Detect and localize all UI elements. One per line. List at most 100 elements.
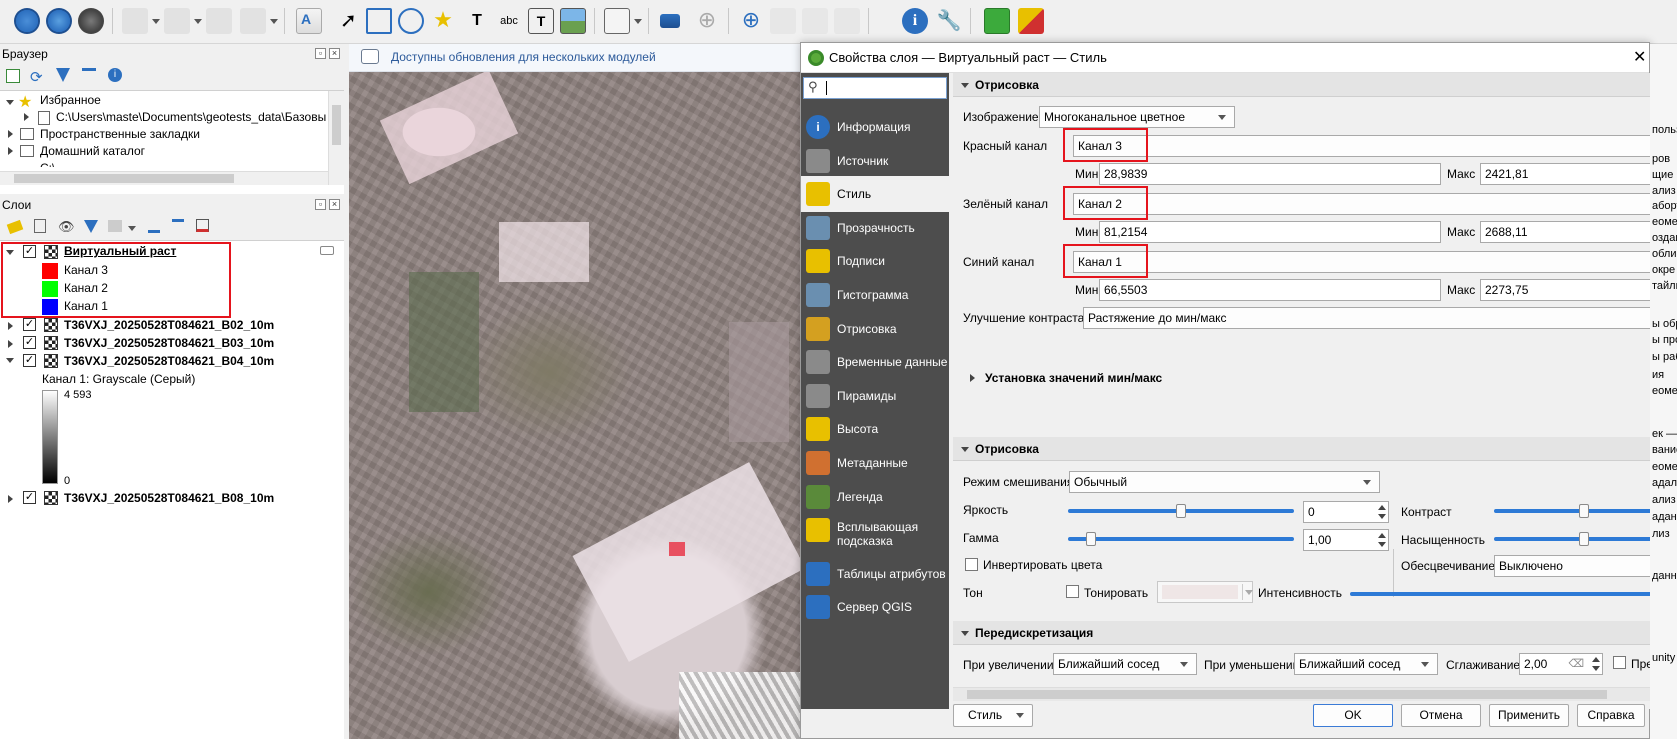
blue-min-input[interactable]: 66,5503 [1099, 279, 1441, 301]
colorize-color-button[interactable] [1157, 581, 1253, 603]
info-icon[interactable]: i [902, 8, 928, 34]
layer-name[interactable]: T36VXJ_20250528T084621_B08_10m [64, 489, 274, 507]
image-tool-icon[interactable] [560, 8, 586, 34]
slider-handle[interactable] [1579, 532, 1589, 546]
zoom-out-combo[interactable]: Ближайший сосед [1294, 653, 1438, 675]
properties-icon[interactable]: i [108, 68, 122, 82]
remove-layer-icon[interactable] [196, 219, 209, 232]
label-text-icon[interactable]: A [296, 8, 322, 34]
wrench-icon[interactable]: 🔧 [936, 8, 962, 34]
expression-filter-icon[interactable] [108, 220, 122, 232]
browser-item-path[interactable]: C:\Users\maste\Documents\geotests_data\Б… [56, 108, 326, 126]
gamma-slider[interactable] [1068, 532, 1294, 546]
browser-item-c[interactable]: C:\ [40, 159, 55, 167]
horizontal-scrollbar[interactable] [0, 171, 328, 185]
nav-item-14[interactable]: Сервер QGIS [801, 589, 949, 625]
nav-item-5[interactable]: Гистограмма [801, 277, 949, 313]
layer-visibility-checkbox[interactable]: ✓ [23, 318, 36, 331]
render-type-combo[interactable]: Многоканальное цветное [1039, 106, 1235, 128]
edit-pencil-icon[interactable] [122, 8, 148, 34]
smoothing-spinbox[interactable]: 2,00 ⌫ [1519, 653, 1603, 675]
layer-name[interactable]: T36VXJ_20250528T084621_B04_10m [64, 352, 274, 370]
nav-item-6[interactable]: Отрисовка [801, 311, 949, 347]
float-panel-button[interactable]: ▫ [315, 48, 326, 59]
red-max-input[interactable]: 2421,81 [1480, 163, 1651, 185]
slider-handle[interactable] [1176, 504, 1186, 518]
close-panel-button[interactable]: × [329, 48, 340, 59]
zoom-in-combo[interactable]: Ближайший сосед [1053, 653, 1197, 675]
minmax-section-toggle[interactable]: Установка значений мин/макс [985, 369, 1162, 387]
saturation-slider[interactable] [1494, 532, 1651, 546]
layer-name[interactable]: T36VXJ_20250528T084621_B02_10m [64, 316, 274, 334]
invert-colors-checkbox[interactable] [965, 558, 978, 571]
browser-item-bookmarks[interactable]: Пространственные закладки [40, 125, 200, 143]
green-min-input[interactable]: 81,2154 [1099, 221, 1441, 243]
style-menu-button[interactable]: Стиль [953, 704, 1033, 727]
abc-tool-icon[interactable]: abc [496, 8, 522, 34]
contrast-slider[interactable] [1494, 504, 1651, 518]
contrast-enhancement-combo[interactable]: Растяжение до мин/макс [1083, 307, 1651, 329]
nav-item-1[interactable]: Источник [801, 143, 949, 179]
apply-button[interactable]: Применить [1489, 704, 1569, 727]
brightness-slider[interactable] [1068, 504, 1294, 518]
refresh-icon[interactable]: ⟳ [30, 68, 43, 86]
magnifier-icon[interactable] [78, 8, 104, 34]
float-panel-button[interactable]: ▫ [315, 199, 326, 210]
visibility-eye-icon[interactable]: 👁 [58, 219, 75, 235]
map-tip-icon[interactable] [660, 14, 680, 28]
blue-max-input[interactable]: 2273,75 [1480, 279, 1651, 301]
layer-visibility-checkbox[interactable]: ✓ [23, 491, 36, 504]
plugin-icon[interactable] [1018, 8, 1044, 34]
annotation-icon[interactable] [604, 8, 630, 34]
nav-item-10[interactable]: Метаданные [801, 445, 949, 481]
nav-item-0[interactable]: i Информация [801, 109, 949, 145]
resample-group-header[interactable]: Передискретизация [953, 621, 1651, 645]
nav-item-8[interactable]: Пирамиды [801, 378, 949, 414]
node-tool-icon[interactable] [366, 8, 392, 34]
map-canvas[interactable] [349, 72, 801, 739]
slider-handle[interactable] [1579, 504, 1589, 518]
red-min-input[interactable]: 28,9839 [1099, 163, 1441, 185]
crosshair-icon[interactable]: ⊕ [694, 8, 720, 34]
collapse-all-icon[interactable] [172, 219, 184, 233]
clear-icon[interactable]: ⌫ [1568, 654, 1584, 674]
intensity-slider[interactable] [1350, 592, 1651, 596]
nav-item-13[interactable]: Таблицы атрибутов [801, 556, 949, 592]
gamma-spinbox[interactable]: 1,00 [1303, 529, 1389, 551]
text-box-icon[interactable]: T [528, 8, 554, 34]
cancel-button[interactable]: Отмена [1401, 704, 1481, 727]
nav-item-9[interactable]: Высота [801, 411, 949, 447]
early-resampling-checkbox[interactable] [1613, 656, 1626, 669]
blue-band-combo[interactable]: Канал 1 [1073, 251, 1651, 273]
add-selected-icon[interactable] [6, 69, 20, 83]
layer-name[interactable]: T36VXJ_20250528T084621_B03_10m [64, 334, 274, 352]
collapse-icon[interactable] [82, 68, 96, 82]
filter-icon[interactable] [56, 68, 70, 82]
delete-feature-icon[interactable] [802, 8, 828, 34]
green-max-input[interactable]: 2688,11 [1480, 221, 1651, 243]
nav-item-11[interactable]: Легенда [801, 479, 949, 515]
help-button[interactable]: Справка [1577, 704, 1645, 727]
nav-item-4[interactable]: Подписи [801, 243, 949, 279]
grayscale-combo[interactable]: Выключено [1494, 555, 1651, 577]
nav-item-7[interactable]: Временные данные [801, 344, 949, 380]
green-search-icon[interactable] [984, 8, 1010, 34]
render-group-header[interactable]: Отрисовка [953, 73, 1651, 97]
green-band-combo[interactable]: Канал 2 [1073, 193, 1651, 215]
filter-legend-icon[interactable] [84, 220, 98, 233]
close-panel-button[interactable]: × [329, 199, 340, 210]
vertex-tool-icon[interactable] [206, 8, 232, 34]
zoom-layer-icon[interactable] [46, 8, 72, 34]
colorize-checkbox[interactable] [1066, 585, 1079, 598]
digitize-icon[interactable] [164, 8, 190, 34]
render2-group-header[interactable]: Отрисовка [953, 437, 1651, 461]
notification-text[interactable]: Доступны обновления для нескольких модул… [391, 50, 656, 64]
select-arrow-icon[interactable]: ➚ [334, 8, 360, 34]
layer-visibility-checkbox[interactable]: ✓ [23, 336, 36, 349]
slider-handle[interactable] [1085, 532, 1096, 546]
browser-item-home[interactable]: Домашний каталог [40, 142, 145, 160]
nav-item-12[interactable]: Всплывающая подсказка [801, 512, 949, 556]
close-icon[interactable]: ✕ [1633, 47, 1646, 67]
style-brush-icon[interactable] [6, 219, 24, 235]
blend-mode-combo[interactable]: Обычный [1069, 471, 1380, 493]
